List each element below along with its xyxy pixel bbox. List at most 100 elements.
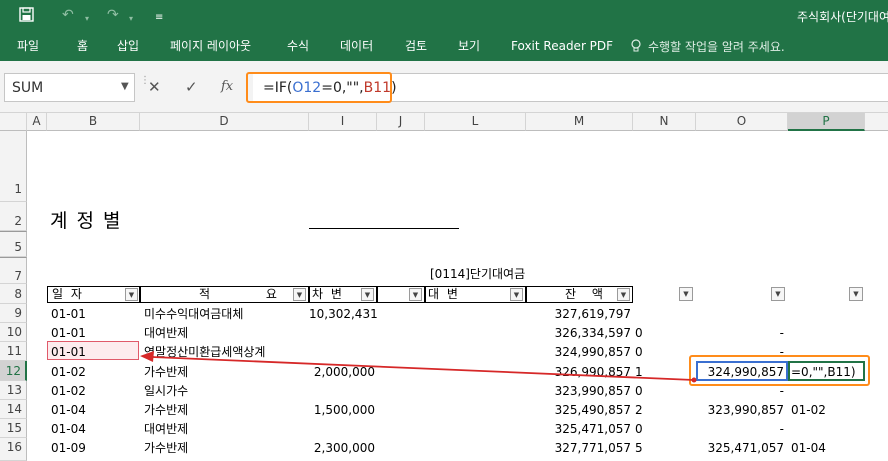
table-row-balance[interactable]: 327,619,797	[526, 306, 631, 322]
col-header-j[interactable]: J	[377, 113, 425, 131]
table-row-o[interactable]: -	[696, 325, 784, 341]
table-row-desc[interactable]: 가수반제	[144, 440, 188, 456]
row-header-13[interactable]: 13	[0, 381, 27, 400]
header-desc[interactable]: 적 요 ▼	[140, 286, 309, 303]
table-row-o[interactable]: -	[696, 421, 784, 437]
redo-icon[interactable]: ↷	[107, 6, 119, 24]
row-header-8[interactable]: 8	[0, 284, 27, 304]
col-header-i[interactable]: I	[309, 113, 377, 131]
table-row-balance[interactable]: 326,334,597	[526, 325, 631, 341]
filter-dropdown-debit[interactable]: ▼	[361, 288, 374, 301]
header-date[interactable]: 일 자 ▼	[47, 286, 140, 303]
undo-icon[interactable]: ↶	[62, 6, 74, 24]
filter-dropdown-credit[interactable]: ▼	[510, 288, 523, 301]
table-row-desc[interactable]: 대여반제	[144, 421, 188, 437]
tell-me-box[interactable]: 수행할 작업을 알려 주세요.	[648, 38, 785, 55]
table-row-date[interactable]: 01-02	[51, 383, 86, 399]
table-row-o[interactable]: -	[696, 383, 784, 399]
row-header-12[interactable]: 12	[0, 361, 27, 381]
row-header-15[interactable]: 15	[0, 419, 27, 438]
table-row-n[interactable]: 0	[635, 325, 643, 341]
table-row-debit[interactable]: 1,500,000	[309, 402, 375, 418]
save-icon[interactable]	[19, 7, 34, 22]
tab-home[interactable]: 홈	[77, 38, 88, 54]
chevron-down-icon[interactable]: ▼	[121, 81, 129, 92]
row-header-2[interactable]: 2	[0, 202, 27, 231]
row-header-10[interactable]: 10	[0, 323, 27, 342]
table-row-date[interactable]: 01-04	[51, 402, 86, 418]
table-row-desc[interactable]: 미수수익대여금대체	[144, 306, 243, 322]
filter-dropdown-desc[interactable]: ▼	[293, 288, 306, 301]
col-header-b[interactable]: B	[47, 113, 140, 131]
table-row-desc[interactable]: 일시가수	[144, 383, 188, 399]
col-header-l[interactable]: L	[425, 113, 526, 131]
table-row-n[interactable]: 5	[635, 440, 643, 456]
tab-data[interactable]: 데이터	[340, 38, 373, 54]
table-row-desc[interactable]: 연말정산미환급세액상계	[144, 344, 265, 360]
table-row-date[interactable]: 01-04	[51, 421, 86, 437]
row-header-5[interactable]: 5	[0, 231, 27, 257]
table-row-p[interactable]: 01-02	[791, 402, 826, 418]
table-row-n[interactable]: 0	[635, 383, 643, 399]
table-row-desc[interactable]: 대여반제	[144, 325, 188, 341]
table-row-balance[interactable]: 325,490,857	[526, 402, 631, 418]
enter-icon[interactable]: ✓	[185, 78, 198, 96]
table-row-desc[interactable]: 가수반제	[144, 402, 188, 418]
table-row-debit[interactable]: 2,300,000	[309, 440, 375, 456]
tab-page-layout[interactable]: 페이지 레이아웃	[170, 38, 251, 54]
table-row-debit[interactable]: 2,000,000	[309, 364, 375, 380]
filter-dropdown-n[interactable]: ▼	[679, 287, 693, 301]
filter-dropdown-balance[interactable]: ▼	[617, 288, 630, 301]
table-row-date[interactable]: 01-01	[51, 344, 86, 360]
col-header-n[interactable]: N	[633, 113, 696, 131]
table-row-n[interactable]: 1	[635, 364, 643, 380]
tab-review[interactable]: 검토	[405, 38, 427, 54]
table-row-balance[interactable]: 325,471,057	[526, 421, 631, 437]
table-row-balance[interactable]: 327,771,057	[526, 440, 631, 456]
redo-dropdown-icon[interactable]: ▾	[129, 10, 133, 28]
table-row-n[interactable]: 0	[635, 344, 643, 360]
customize-icon[interactable]: ≡	[155, 9, 163, 27]
table-row-debit[interactable]: 10,302,431	[309, 306, 378, 322]
table-row-date[interactable]: 01-02	[51, 364, 86, 380]
header-debit[interactable]: 차 변 ▼	[309, 286, 377, 303]
tab-insert[interactable]: 삽입	[117, 38, 139, 54]
row-header-11[interactable]: 11	[0, 342, 27, 361]
table-row-n[interactable]: 0	[635, 421, 643, 437]
col-header-p[interactable]: P	[788, 113, 865, 131]
table-row-n[interactable]: 2	[635, 402, 643, 418]
table-row-balance[interactable]: 324,990,857	[526, 344, 631, 360]
tab-formulas[interactable]: 수식	[287, 38, 309, 54]
col-header-o[interactable]: O	[696, 113, 788, 131]
row-header-14[interactable]: 14	[0, 400, 27, 419]
row-header-9[interactable]: 9	[0, 304, 27, 323]
cancel-icon[interactable]: ✕	[148, 78, 161, 96]
table-row-p[interactable]: 01-04	[791, 440, 826, 456]
header-credit[interactable]: 대 변 ▼	[425, 286, 526, 303]
name-box[interactable]: SUM ▼	[4, 73, 135, 102]
header-j[interactable]: ▼	[377, 286, 425, 303]
tab-file[interactable]: 파일	[17, 38, 39, 54]
filter-dropdown-p[interactable]: ▼	[849, 287, 863, 301]
table-row-date[interactable]: 01-01	[51, 325, 86, 341]
filter-dropdown-o[interactable]: ▼	[771, 287, 785, 301]
col-header-m[interactable]: M	[526, 113, 633, 131]
filter-dropdown-j[interactable]: ▼	[409, 288, 422, 301]
select-all-corner[interactable]	[0, 113, 27, 131]
table-row-date[interactable]: 01-09	[51, 440, 86, 456]
tab-foxit[interactable]: Foxit Reader PDF	[511, 38, 613, 54]
table-row-date[interactable]: 01-01	[51, 306, 86, 322]
undo-dropdown-icon[interactable]: ▾	[85, 10, 89, 28]
table-row-o[interactable]: 323,990,857	[696, 402, 784, 418]
table-row-o[interactable]: 325,471,057	[696, 440, 784, 456]
row-header-1[interactable]: 1	[0, 131, 27, 202]
filter-dropdown-date[interactable]: ▼	[125, 288, 138, 301]
row-header-7[interactable]: 7	[0, 257, 27, 284]
table-row-desc[interactable]: 가수반제	[144, 364, 188, 380]
table-row-balance[interactable]: 326,990,857	[526, 364, 631, 380]
row-header-16[interactable]: 16	[0, 438, 27, 461]
table-row-balance[interactable]: 323,990,857	[526, 383, 631, 399]
tab-view[interactable]: 보기	[458, 38, 480, 54]
col-header-d[interactable]: D	[140, 113, 309, 131]
insert-function-icon[interactable]: fx	[221, 78, 233, 96]
